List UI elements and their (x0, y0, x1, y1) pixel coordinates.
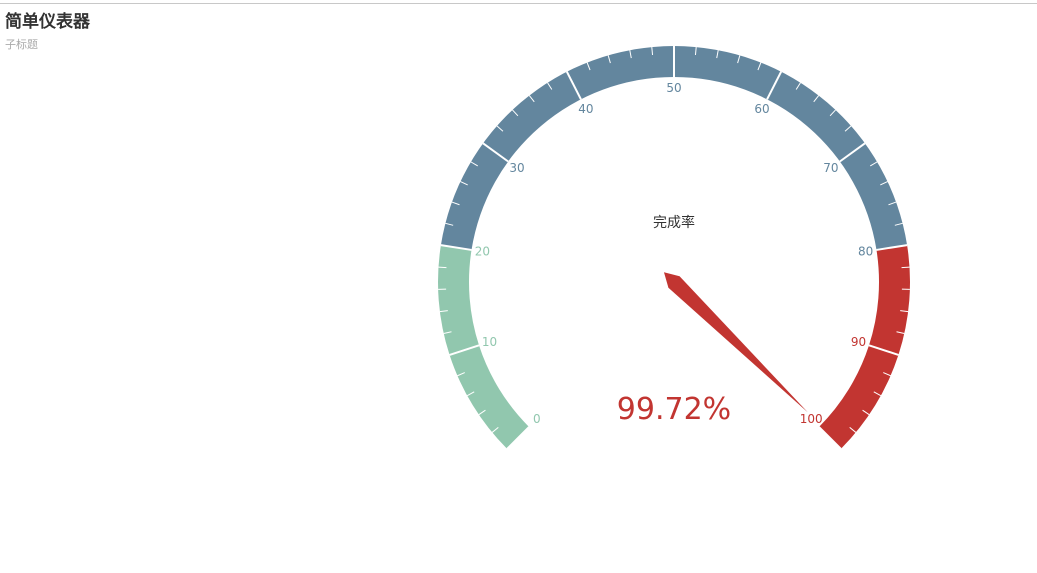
gauge-tick-label: 10 (482, 335, 497, 349)
gauge-tick-label: 50 (666, 81, 681, 95)
gauge-tick-label: 40 (578, 102, 593, 116)
gauge-tick-label: 80 (858, 245, 873, 259)
gauge-minor-tick (901, 266, 910, 269)
gauge-tick-label: 30 (509, 161, 524, 175)
gauge-series-name: 完成率 (653, 214, 695, 231)
gauge-chart: 0 10 20 30 40 50 60 70 80 90 100 完成率 99.72% (438, 46, 910, 450)
gauge-tick-label: 20 (475, 245, 490, 259)
gauge-tick-label: 100 (800, 412, 823, 426)
gauge-tick-label: 60 (754, 102, 769, 116)
gauge-tick-label: 0 (533, 412, 541, 426)
gauge-value-label: 99.72% (617, 392, 731, 427)
gauge-minor-tick (438, 266, 447, 269)
gauge-tick-label: 90 (851, 335, 866, 349)
gauge-tick-label: 70 (823, 161, 838, 175)
